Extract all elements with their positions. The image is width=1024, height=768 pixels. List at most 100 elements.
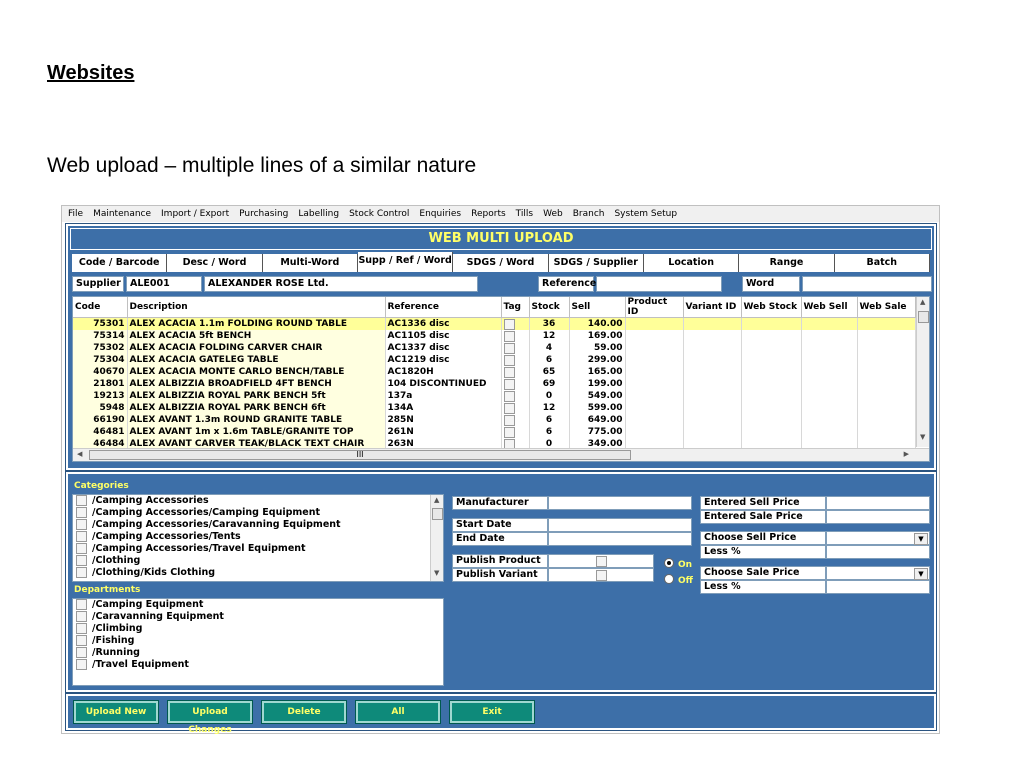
checkbox[interactable] [76,507,87,518]
table-row[interactable]: 75302 ALEX ACACIA FOLDING CARVER CHAIR AC1… [73,342,916,354]
col-reference[interactable]: Reference [385,297,502,318]
menu-branch[interactable]: Branch [569,209,609,219]
checkbox[interactable] [76,543,87,554]
col-sell[interactable]: Sell [569,297,626,318]
departments-list[interactable]: /Camping Equipment /Caravanning Equipmen… [72,598,444,686]
supplier-name-field[interactable]: ALEXANDER ROSE Ltd. [204,276,478,292]
tag-checkbox[interactable] [503,318,515,330]
scroll-thumb[interactable] [918,311,929,323]
end-date-field[interactable] [548,532,692,546]
on-radio[interactable] [664,557,674,568]
table-row[interactable]: 19213 ALEX ALBIZZIA ROYAL PARK BENCH 5ft 1… [73,390,916,402]
scroll-up-icon[interactable]: ▲ [434,496,439,504]
menu-reports[interactable]: Reports [467,209,510,219]
scroll-left-icon[interactable]: ◀ [77,450,82,458]
table-row[interactable]: 40670 ALEX ACACIA MONTE CARLO BENCH/TABLE… [73,366,916,378]
checkbox[interactable] [76,623,87,634]
upload-new-button[interactable]: Upload New [73,700,159,724]
menu-maintenance[interactable]: Maintenance [89,209,155,219]
choose-sell-price-dropdown[interactable]: ▼ [826,531,930,545]
scroll-right-icon[interactable]: ▶ [904,450,909,458]
menu-web[interactable]: Web [539,209,567,219]
all-button[interactable]: All [355,700,441,724]
tag-checkbox[interactable] [503,354,515,366]
col-web-sale[interactable]: Web Sale [857,297,916,318]
categories-list[interactable]: /Camping Accessories /Camping Accessorie… [72,494,444,582]
word-field[interactable] [802,276,932,292]
tab-batch[interactable]: Batch [835,254,930,272]
table-row[interactable]: 75301 ALEX ACACIA 1.1m FOLDING ROUND TABL… [73,317,916,330]
tag-checkbox[interactable] [503,366,515,378]
tab-range[interactable]: Range [739,254,835,272]
tag-checkbox[interactable] [503,330,515,342]
menu-file[interactable]: File [64,209,87,219]
exit-button[interactable]: Exit [449,700,535,724]
entered-sale-price-field[interactable] [826,510,930,524]
checkbox[interactable] [76,555,87,566]
col-description[interactable]: Description [127,297,386,318]
menu-stock-control[interactable]: Stock Control [345,209,413,219]
table-row[interactable]: 5948 ALEX ALBIZZIA ROYAL PARK BENCH 6ft 13… [73,402,916,414]
categories-scrollbar[interactable]: ▲ ▼ [430,495,443,581]
tab-supp-ref-word[interactable]: Supp / Ref / Word [357,252,454,272]
supplier-code-field[interactable]: ALE001 [126,276,202,292]
list-item[interactable]: /Caravanning Equipment [73,611,443,623]
upload-changes-button[interactable]: Upload Changes [167,700,253,735]
menu-tills[interactable]: Tills [512,209,537,219]
menu-purchasing[interactable]: Purchasing [235,209,292,219]
table-row[interactable]: 66190 ALEX AVANT 1.3m ROUND GRANITE TABLE… [73,414,916,426]
less-pct-sell-field[interactable] [826,545,930,559]
menu-labelling[interactable]: Labelling [294,209,343,219]
tag-checkbox[interactable] [503,426,515,438]
col-product-id[interactable]: Product ID [625,297,684,318]
list-item[interactable]: /Camping Equipment [73,599,443,611]
tab-sdgs-supplier[interactable]: SDGS / Supplier [549,254,644,272]
choose-sale-price-dropdown[interactable]: ▼ [826,566,930,580]
reference-field[interactable] [596,276,722,292]
grid-horizontal-scrollbar[interactable]: ◀ III ▶ [73,448,929,461]
scroll-down-icon[interactable]: ▼ [434,569,439,577]
hscroll-thumb[interactable]: III [89,450,631,460]
menu-system-setup[interactable]: System Setup [610,209,681,219]
off-radio-group[interactable]: Off [664,570,693,588]
col-tag[interactable]: Tag [501,297,530,318]
checkbox[interactable] [76,635,87,646]
chevron-down-icon[interactable]: ▼ [914,533,928,545]
checkbox[interactable] [76,659,87,670]
list-item[interactable]: /Camping Accessories/Camping Equipment [73,507,443,519]
chevron-down-icon[interactable]: ▼ [914,568,928,580]
manufacturer-field[interactable] [548,496,692,510]
col-variant-id[interactable]: Variant ID [683,297,742,318]
list-item[interactable]: /Climbing [73,623,443,635]
list-item[interactable]: /Camping Accessories/Travel Equipment [73,543,443,555]
checkbox[interactable] [76,567,87,578]
checkbox[interactable] [76,611,87,622]
checkbox[interactable] [76,647,87,658]
list-item[interactable]: /Camping Accessories/Caravanning Equipme… [73,519,443,531]
tab-sdgs-word[interactable]: SDGS / Word [453,254,549,272]
grid-vertical-scrollbar[interactable]: ▲ ▼ [916,297,929,447]
col-stock[interactable]: Stock [529,297,570,318]
tab-multi-word[interactable]: Multi-Word [263,254,358,272]
tab-desc-word[interactable]: Desc / Word [167,254,263,272]
list-item[interactable]: /Fishing [73,635,443,647]
less-pct-sale-field[interactable] [826,580,930,594]
tag-checkbox[interactable] [503,342,515,354]
table-row[interactable]: 75314 ALEX ACACIA 5ft BENCH AC1105 disc 12 1… [73,330,916,342]
col-web-sell[interactable]: Web Sell [801,297,858,318]
publish-variant-checkbox[interactable] [595,570,607,581]
list-item[interactable]: /Camping Accessories [73,495,443,507]
entered-sell-price-field[interactable] [826,496,930,510]
checkbox[interactable] [76,495,87,506]
table-row[interactable]: 75304 ALEX ACACIA GATELEG TABLE AC1219 dis… [73,354,916,366]
tag-checkbox[interactable] [503,390,515,402]
checkbox[interactable] [76,519,87,530]
col-web-stock[interactable]: Web Stock [741,297,802,318]
tag-checkbox[interactable] [503,378,515,390]
scroll-down-icon[interactable]: ▼ [920,433,925,441]
delete-button[interactable]: Delete [261,700,347,724]
list-item[interactable]: /Travel Equipment [73,659,443,671]
checkbox[interactable] [76,531,87,542]
publish-product-checkbox[interactable] [595,556,607,567]
list-item[interactable]: /Running [73,647,443,659]
